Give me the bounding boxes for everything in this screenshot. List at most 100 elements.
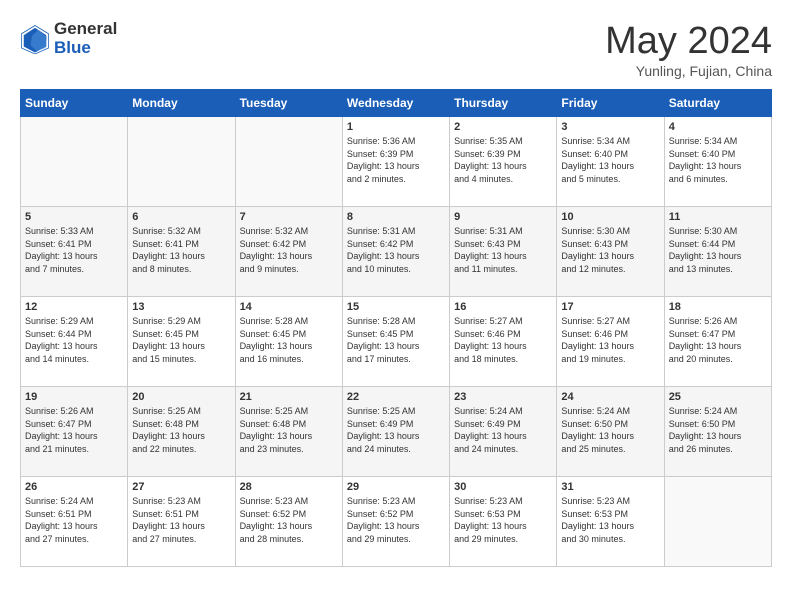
day-info: Sunrise: 5:32 AM Sunset: 6:41 PM Dayligh… [132, 225, 230, 275]
calendar-week-1: 1Sunrise: 5:36 AM Sunset: 6:39 PM Daylig… [21, 117, 772, 207]
day-number: 8 [347, 211, 445, 223]
title-block: May 2024 Yunling, Fujian, China [605, 20, 772, 79]
calendar-cell: 5 Sunrise: 5:33 AM Sunset: 6:41 PM Daylig… [21, 207, 128, 297]
logo-icon [20, 24, 50, 54]
calendar-cell [21, 117, 128, 207]
calendar-cell: 18Sunrise: 5:26 AM Sunset: 6:47 PM Dayli… [664, 297, 771, 387]
calendar-cell: 20 Sunrise: 5:25 AM Sunset: 6:48 PM Dayli… [128, 387, 235, 477]
calendar-cell: 27 Sunrise: 5:23 AM Sunset: 6:51 PM Dayli… [128, 477, 235, 567]
day-number: 19 [25, 391, 123, 403]
day-number: 20 [132, 391, 230, 403]
day-info: Sunrise: 5:24 AM Sunset: 6:50 PM Dayligh… [669, 405, 767, 455]
day-info: Sunrise: 5:28 AM Sunset: 6:45 PM Dayligh… [347, 315, 445, 365]
day-number: 30 [454, 481, 552, 493]
day-info: Sunrise: 5:31 AM Sunset: 6:42 PM Dayligh… [347, 225, 445, 275]
day-number: 26 [25, 481, 123, 493]
day-info: Sunrise: 5:23 AM Sunset: 6:52 PM Dayligh… [347, 495, 445, 545]
calendar-cell: 31 Sunrise: 5:23 AM Sunset: 6:53 PM Dayli… [557, 477, 664, 567]
day-header-tuesday: Tuesday [235, 90, 342, 117]
day-header-saturday: Saturday [664, 90, 771, 117]
day-number: 21 [240, 391, 338, 403]
calendar-cell: 17Sunrise: 5:27 AM Sunset: 6:46 PM Dayli… [557, 297, 664, 387]
day-header-wednesday: Wednesday [342, 90, 449, 117]
calendar-cell: 14Sunrise: 5:28 AM Sunset: 6:45 PM Dayli… [235, 297, 342, 387]
day-info: Sunrise: 5:26 AM Sunset: 6:47 PM Dayligh… [25, 405, 123, 455]
day-info: Sunrise: 5:33 AM Sunset: 6:41 PM Dayligh… [25, 225, 123, 275]
calendar-cell: 26 Sunrise: 5:24 AM Sunset: 6:51 PM Dayli… [21, 477, 128, 567]
calendar-cell [664, 477, 771, 567]
day-number: 13 [132, 301, 230, 313]
calendar-week-3: 12 Sunrise: 5:29 AM Sunset: 6:44 PM Dayli… [21, 297, 772, 387]
calendar-week-2: 5 Sunrise: 5:33 AM Sunset: 6:41 PM Daylig… [21, 207, 772, 297]
header-row: SundayMondayTuesdayWednesdayThursdayFrid… [21, 90, 772, 117]
day-header-monday: Monday [128, 90, 235, 117]
logo: General Blue [20, 20, 117, 57]
calendar-cell: 11Sunrise: 5:30 AM Sunset: 6:44 PM Dayli… [664, 207, 771, 297]
day-number: 4 [669, 121, 767, 133]
day-info: Sunrise: 5:23 AM Sunset: 6:53 PM Dayligh… [454, 495, 552, 545]
page-header: General Blue May 2024 Yunling, Fujian, C… [20, 20, 772, 79]
day-info: Sunrise: 5:25 AM Sunset: 6:48 PM Dayligh… [240, 405, 338, 455]
day-number: 16 [454, 301, 552, 313]
day-number: 24 [561, 391, 659, 403]
calendar-cell: 19 Sunrise: 5:26 AM Sunset: 6:47 PM Dayli… [21, 387, 128, 477]
calendar-cell: 29Sunrise: 5:23 AM Sunset: 6:52 PM Dayli… [342, 477, 449, 567]
calendar-table: SundayMondayTuesdayWednesdayThursdayFrid… [20, 89, 772, 567]
day-info: Sunrise: 5:23 AM Sunset: 6:52 PM Dayligh… [240, 495, 338, 545]
calendar-cell: 7 Sunrise: 5:32 AM Sunset: 6:42 PM Daylig… [235, 207, 342, 297]
calendar-week-4: 19 Sunrise: 5:26 AM Sunset: 6:47 PM Dayli… [21, 387, 772, 477]
day-number: 23 [454, 391, 552, 403]
location: Yunling, Fujian, China [605, 63, 772, 79]
day-info: Sunrise: 5:23 AM Sunset: 6:53 PM Dayligh… [561, 495, 659, 545]
day-number: 9 [454, 211, 552, 223]
day-number: 7 [240, 211, 338, 223]
calendar-cell: 16Sunrise: 5:27 AM Sunset: 6:46 PM Dayli… [450, 297, 557, 387]
day-info: Sunrise: 5:24 AM Sunset: 6:51 PM Dayligh… [25, 495, 123, 545]
day-info: Sunrise: 5:34 AM Sunset: 6:40 PM Dayligh… [669, 135, 767, 185]
calendar-cell: 10 Sunrise: 5:30 AM Sunset: 6:43 PM Dayli… [557, 207, 664, 297]
calendar-cell: 8 Sunrise: 5:31 AM Sunset: 6:42 PM Daylig… [342, 207, 449, 297]
calendar-cell: 23 Sunrise: 5:24 AM Sunset: 6:49 PM Dayli… [450, 387, 557, 477]
calendar-cell: 21 Sunrise: 5:25 AM Sunset: 6:48 PM Dayli… [235, 387, 342, 477]
day-info: Sunrise: 5:30 AM Sunset: 6:44 PM Dayligh… [669, 225, 767, 275]
day-info: Sunrise: 5:24 AM Sunset: 6:50 PM Dayligh… [561, 405, 659, 455]
calendar-cell: 25Sunrise: 5:24 AM Sunset: 6:50 PM Dayli… [664, 387, 771, 477]
day-info: Sunrise: 5:25 AM Sunset: 6:48 PM Dayligh… [132, 405, 230, 455]
calendar-cell: 4 Sunrise: 5:34 AM Sunset: 6:40 PM Daylig… [664, 117, 771, 207]
calendar-cell: 22Sunrise: 5:25 AM Sunset: 6:49 PM Dayli… [342, 387, 449, 477]
logo-general: General [54, 20, 117, 39]
logo-blue: Blue [54, 39, 117, 58]
day-number: 10 [561, 211, 659, 223]
calendar-cell: 1Sunrise: 5:36 AM Sunset: 6:39 PM Daylig… [342, 117, 449, 207]
day-header-friday: Friday [557, 90, 664, 117]
calendar-cell: 15 Sunrise: 5:28 AM Sunset: 6:45 PM Dayli… [342, 297, 449, 387]
day-number: 6 [132, 211, 230, 223]
day-info: Sunrise: 5:27 AM Sunset: 6:46 PM Dayligh… [561, 315, 659, 365]
day-number: 12 [25, 301, 123, 313]
day-info: Sunrise: 5:30 AM Sunset: 6:43 PM Dayligh… [561, 225, 659, 275]
calendar-cell: 9 Sunrise: 5:31 AM Sunset: 6:43 PM Daylig… [450, 207, 557, 297]
calendar-cell: 6 Sunrise: 5:32 AM Sunset: 6:41 PM Daylig… [128, 207, 235, 297]
calendar-cell [235, 117, 342, 207]
day-info: Sunrise: 5:29 AM Sunset: 6:45 PM Dayligh… [132, 315, 230, 365]
month-title: May 2024 [605, 20, 772, 63]
calendar-week-5: 26 Sunrise: 5:24 AM Sunset: 6:51 PM Dayli… [21, 477, 772, 567]
day-number: 3 [561, 121, 659, 133]
day-info: Sunrise: 5:23 AM Sunset: 6:51 PM Dayligh… [132, 495, 230, 545]
day-number: 14 [240, 301, 338, 313]
day-number: 15 [347, 301, 445, 313]
day-number: 2 [454, 121, 552, 133]
day-header-thursday: Thursday [450, 90, 557, 117]
calendar-cell: 13 Sunrise: 5:29 AM Sunset: 6:45 PM Dayli… [128, 297, 235, 387]
logo-text: General Blue [54, 20, 117, 57]
day-info: Sunrise: 5:32 AM Sunset: 6:42 PM Dayligh… [240, 225, 338, 275]
day-number: 31 [561, 481, 659, 493]
calendar-cell: 3Sunrise: 5:34 AM Sunset: 6:40 PM Daylig… [557, 117, 664, 207]
calendar-cell: 30 Sunrise: 5:23 AM Sunset: 6:53 PM Dayli… [450, 477, 557, 567]
day-number: 5 [25, 211, 123, 223]
day-info: Sunrise: 5:24 AM Sunset: 6:49 PM Dayligh… [454, 405, 552, 455]
day-info: Sunrise: 5:31 AM Sunset: 6:43 PM Dayligh… [454, 225, 552, 275]
day-info: Sunrise: 5:29 AM Sunset: 6:44 PM Dayligh… [25, 315, 123, 365]
day-info: Sunrise: 5:36 AM Sunset: 6:39 PM Dayligh… [347, 135, 445, 185]
day-number: 27 [132, 481, 230, 493]
